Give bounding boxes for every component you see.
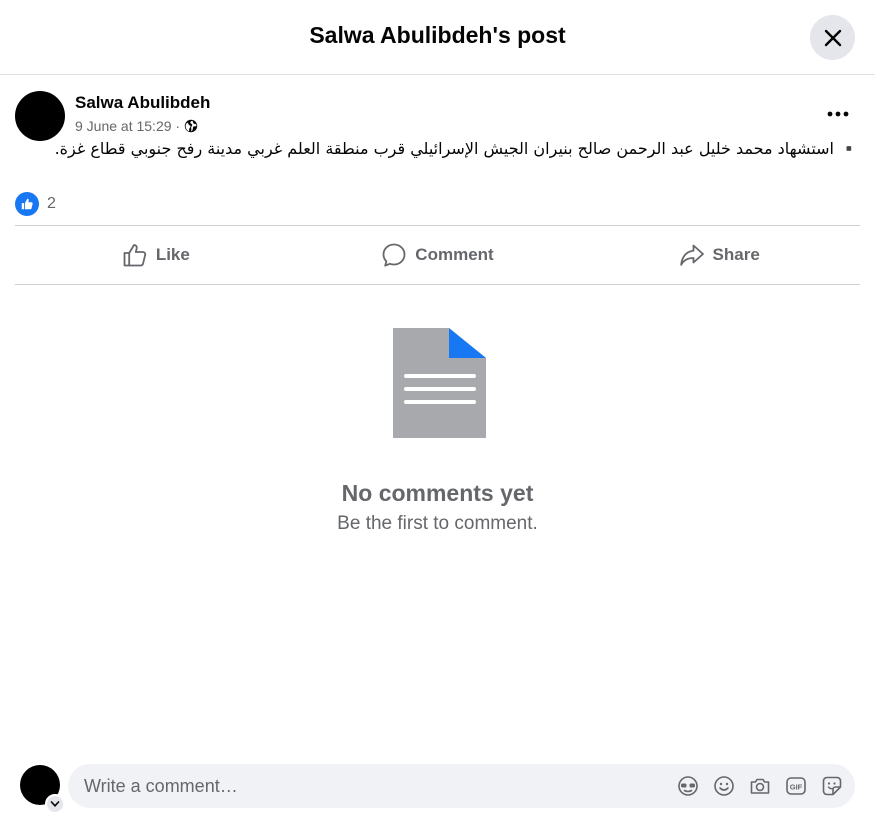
dialog-title: Salwa Abulibdeh's post (309, 22, 566, 48)
thumbs-up-icon (123, 244, 146, 267)
post-text: ▪️ استشهاد محمد خليل عبد الرحمن صالح بني… (54, 139, 859, 158)
more-options-button[interactable] (818, 96, 858, 132)
reaction-count: 2 (47, 195, 56, 212)
author-avatar[interactable] (15, 91, 65, 141)
comment-label: Comment (415, 245, 494, 264)
like-reaction-icon (15, 192, 39, 216)
post-actions: Like Comment Share (15, 226, 860, 284)
post-meta: 9 June at 15:29 · (75, 118, 198, 134)
globe-icon (184, 119, 198, 133)
comment-input[interactable] (82, 774, 675, 798)
author-name[interactable]: Salwa Abulibdeh (75, 93, 210, 113)
emoji-icon[interactable] (711, 773, 737, 799)
document-icon (393, 328, 486, 438)
empty-state-title: No comments yet (341, 480, 534, 506)
share-label: Share (712, 245, 760, 264)
like-button[interactable]: Like (15, 226, 297, 284)
comment-button[interactable]: Comment (297, 226, 579, 284)
dialog-header: Salwa Abulibdeh's post (0, 0, 875, 75)
svg-text:GIF: GIF (790, 783, 803, 792)
chevron-down-icon[interactable] (45, 794, 65, 814)
share-icon (679, 244, 704, 266)
close-button[interactable] (810, 15, 855, 60)
divider (15, 284, 860, 285)
more-icon (827, 111, 849, 117)
comment-composer: GIF (68, 764, 855, 808)
gif-icon[interactable]: GIF (783, 773, 809, 799)
share-button[interactable]: Share (578, 226, 860, 284)
camera-icon[interactable] (747, 773, 773, 799)
empty-state-subtitle: Be the first to comment. (337, 513, 538, 534)
close-icon (824, 29, 841, 46)
reaction-summary[interactable]: 2 (15, 192, 56, 216)
comment-icon (382, 243, 406, 267)
avatar-sticker-icon[interactable] (675, 773, 701, 799)
sticker-icon[interactable] (819, 773, 845, 799)
post-timestamp[interactable]: 9 June at 15:29 · (75, 118, 180, 134)
like-label: Like (155, 245, 190, 264)
